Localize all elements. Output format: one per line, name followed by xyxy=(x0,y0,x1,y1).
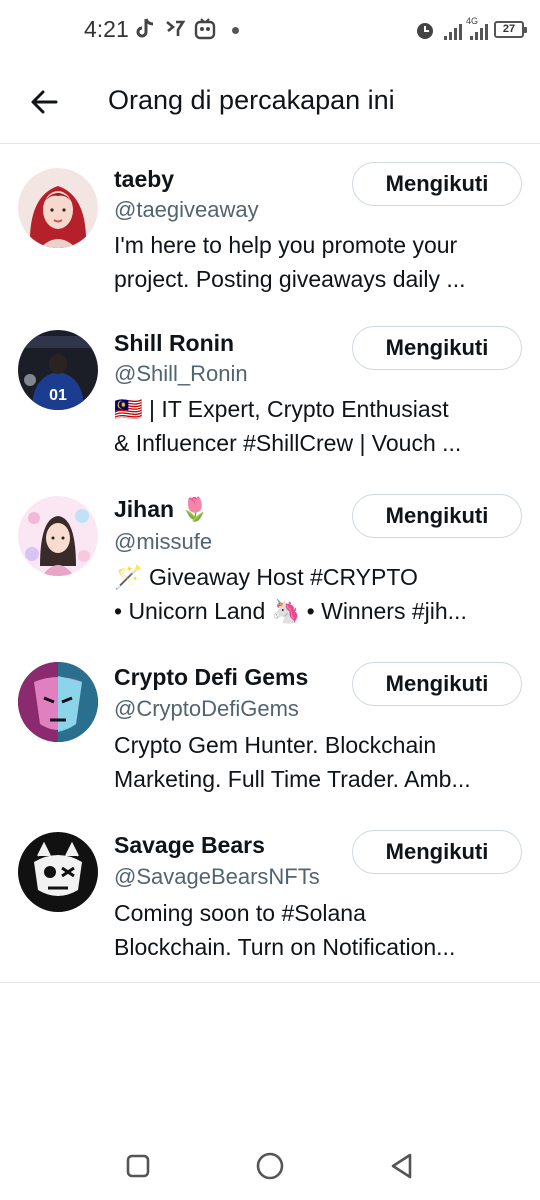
following-button[interactable]: Mengikuti xyxy=(352,162,522,206)
status-time: 4:21 xyxy=(84,16,129,42)
user-handle: @missufe xyxy=(114,529,213,554)
user-name: taeby xyxy=(114,166,175,192)
status-bar: 4:21 4G 27 xyxy=(0,0,540,62)
user-bio: Crypto Gem Hunter. Blockchain Marketing.… xyxy=(114,728,518,796)
user-bio: Coming soon to #Solana Blockchain. Turn … xyxy=(114,896,518,964)
user-name: Savage Bears xyxy=(114,832,265,858)
list-item[interactable]: 01 Shill Ronin @Shill_Ronin 🇲🇾 | IT Expe… xyxy=(0,308,540,476)
user-handle: @taegiveaway xyxy=(114,197,259,222)
page-title: Orang di percakapan ini xyxy=(108,85,395,115)
bio-line: Coming soon to #Solana xyxy=(114,900,366,926)
bio-line: Marketing. Full Time Trader. Amb... xyxy=(114,766,471,792)
nav-back-button[interactable] xyxy=(382,1146,422,1186)
bio-line: 🪄 Giveaway Host #CRYPTO xyxy=(114,564,418,590)
bio-line: & Influencer #ShillCrew | Vouch ... xyxy=(114,430,462,456)
avatar-image xyxy=(18,168,98,248)
avatar-image xyxy=(18,832,98,912)
divider xyxy=(0,982,540,983)
arrow-left-icon xyxy=(31,90,58,114)
user-handle: @Shill_Ronin xyxy=(114,361,248,386)
list-item[interactable]: taeby @taegiveaway I'm here to help you … xyxy=(0,144,540,308)
battery-icon: 27 xyxy=(494,21,527,38)
face-icon xyxy=(194,18,216,40)
avatar-image xyxy=(18,496,98,576)
home-button[interactable] xyxy=(250,1146,290,1186)
bio-line: 🇲🇾 | IT Expert, Crypto Enthusiast xyxy=(114,396,449,422)
user-handle: @CryptoDefiGems xyxy=(114,696,299,721)
list-item[interactable]: Jihan 🌷 @missufe 🪄 Giveaway Host #CRYPTO… xyxy=(0,476,540,644)
user-list: taeby @taegiveaway I'm here to help you … xyxy=(0,144,540,980)
user-handle: @SavageBearsNFTs xyxy=(114,864,320,889)
header: Orang di percakapan ini xyxy=(0,62,540,144)
avatar-image xyxy=(18,662,98,742)
bio-line: project. Posting giveaways daily ... xyxy=(114,266,466,292)
avatar[interactable] xyxy=(18,168,98,248)
home-icon xyxy=(256,1152,284,1180)
following-button[interactable]: Mengikuti xyxy=(352,494,522,538)
bio-line: Crypto Gem Hunter. Blockchain xyxy=(114,732,437,758)
avatar[interactable] xyxy=(18,662,98,742)
signal-icon xyxy=(470,24,488,40)
recents-button[interactable] xyxy=(118,1146,158,1186)
avatar[interactable] xyxy=(18,496,98,576)
bio-line: • Unicorn Land 🦄 • Winners #jih... xyxy=(114,598,467,624)
recents-icon xyxy=(126,1154,150,1178)
back-icon xyxy=(391,1153,412,1179)
signal-icon xyxy=(444,24,462,40)
list-item[interactable]: Savage Bears @SavageBearsNFTs Coming soo… xyxy=(0,812,540,980)
alarm-icon xyxy=(417,23,433,39)
user-name: Jihan 🌷 xyxy=(114,496,210,522)
following-button[interactable]: Mengikuti xyxy=(352,830,522,874)
app-notification-icon xyxy=(166,20,186,36)
system-nav-bar xyxy=(0,1128,540,1200)
user-bio: 🇲🇾 | IT Expert, Crypto Enthusiast & Infl… xyxy=(114,392,518,460)
list-item[interactable]: Crypto Defi Gems @CryptoDefiGems Crypto … xyxy=(0,644,540,812)
user-name: Crypto Defi Gems xyxy=(114,664,309,690)
back-button[interactable] xyxy=(24,82,64,122)
bio-line: I'm here to help you promote your xyxy=(114,232,458,258)
jersey-number: 01 xyxy=(49,387,67,404)
user-bio: I'm here to help you promote your projec… xyxy=(114,228,518,296)
following-button[interactable]: Mengikuti xyxy=(352,326,522,370)
bio-line: Blockchain. Turn on Notification... xyxy=(114,934,456,960)
user-name: Shill Ronin xyxy=(114,330,235,356)
avatar-image: 01 xyxy=(18,330,98,410)
avatar[interactable]: 01 xyxy=(18,330,98,410)
user-bio: 🪄 Giveaway Host #CRYPTO • Unicorn Land 🦄… xyxy=(114,560,518,628)
tiktok-icon xyxy=(136,18,154,38)
following-button[interactable]: Mengikuti xyxy=(352,662,522,706)
notification-dot xyxy=(232,27,239,34)
battery-level: 27 xyxy=(502,23,516,35)
avatar[interactable] xyxy=(18,832,98,912)
